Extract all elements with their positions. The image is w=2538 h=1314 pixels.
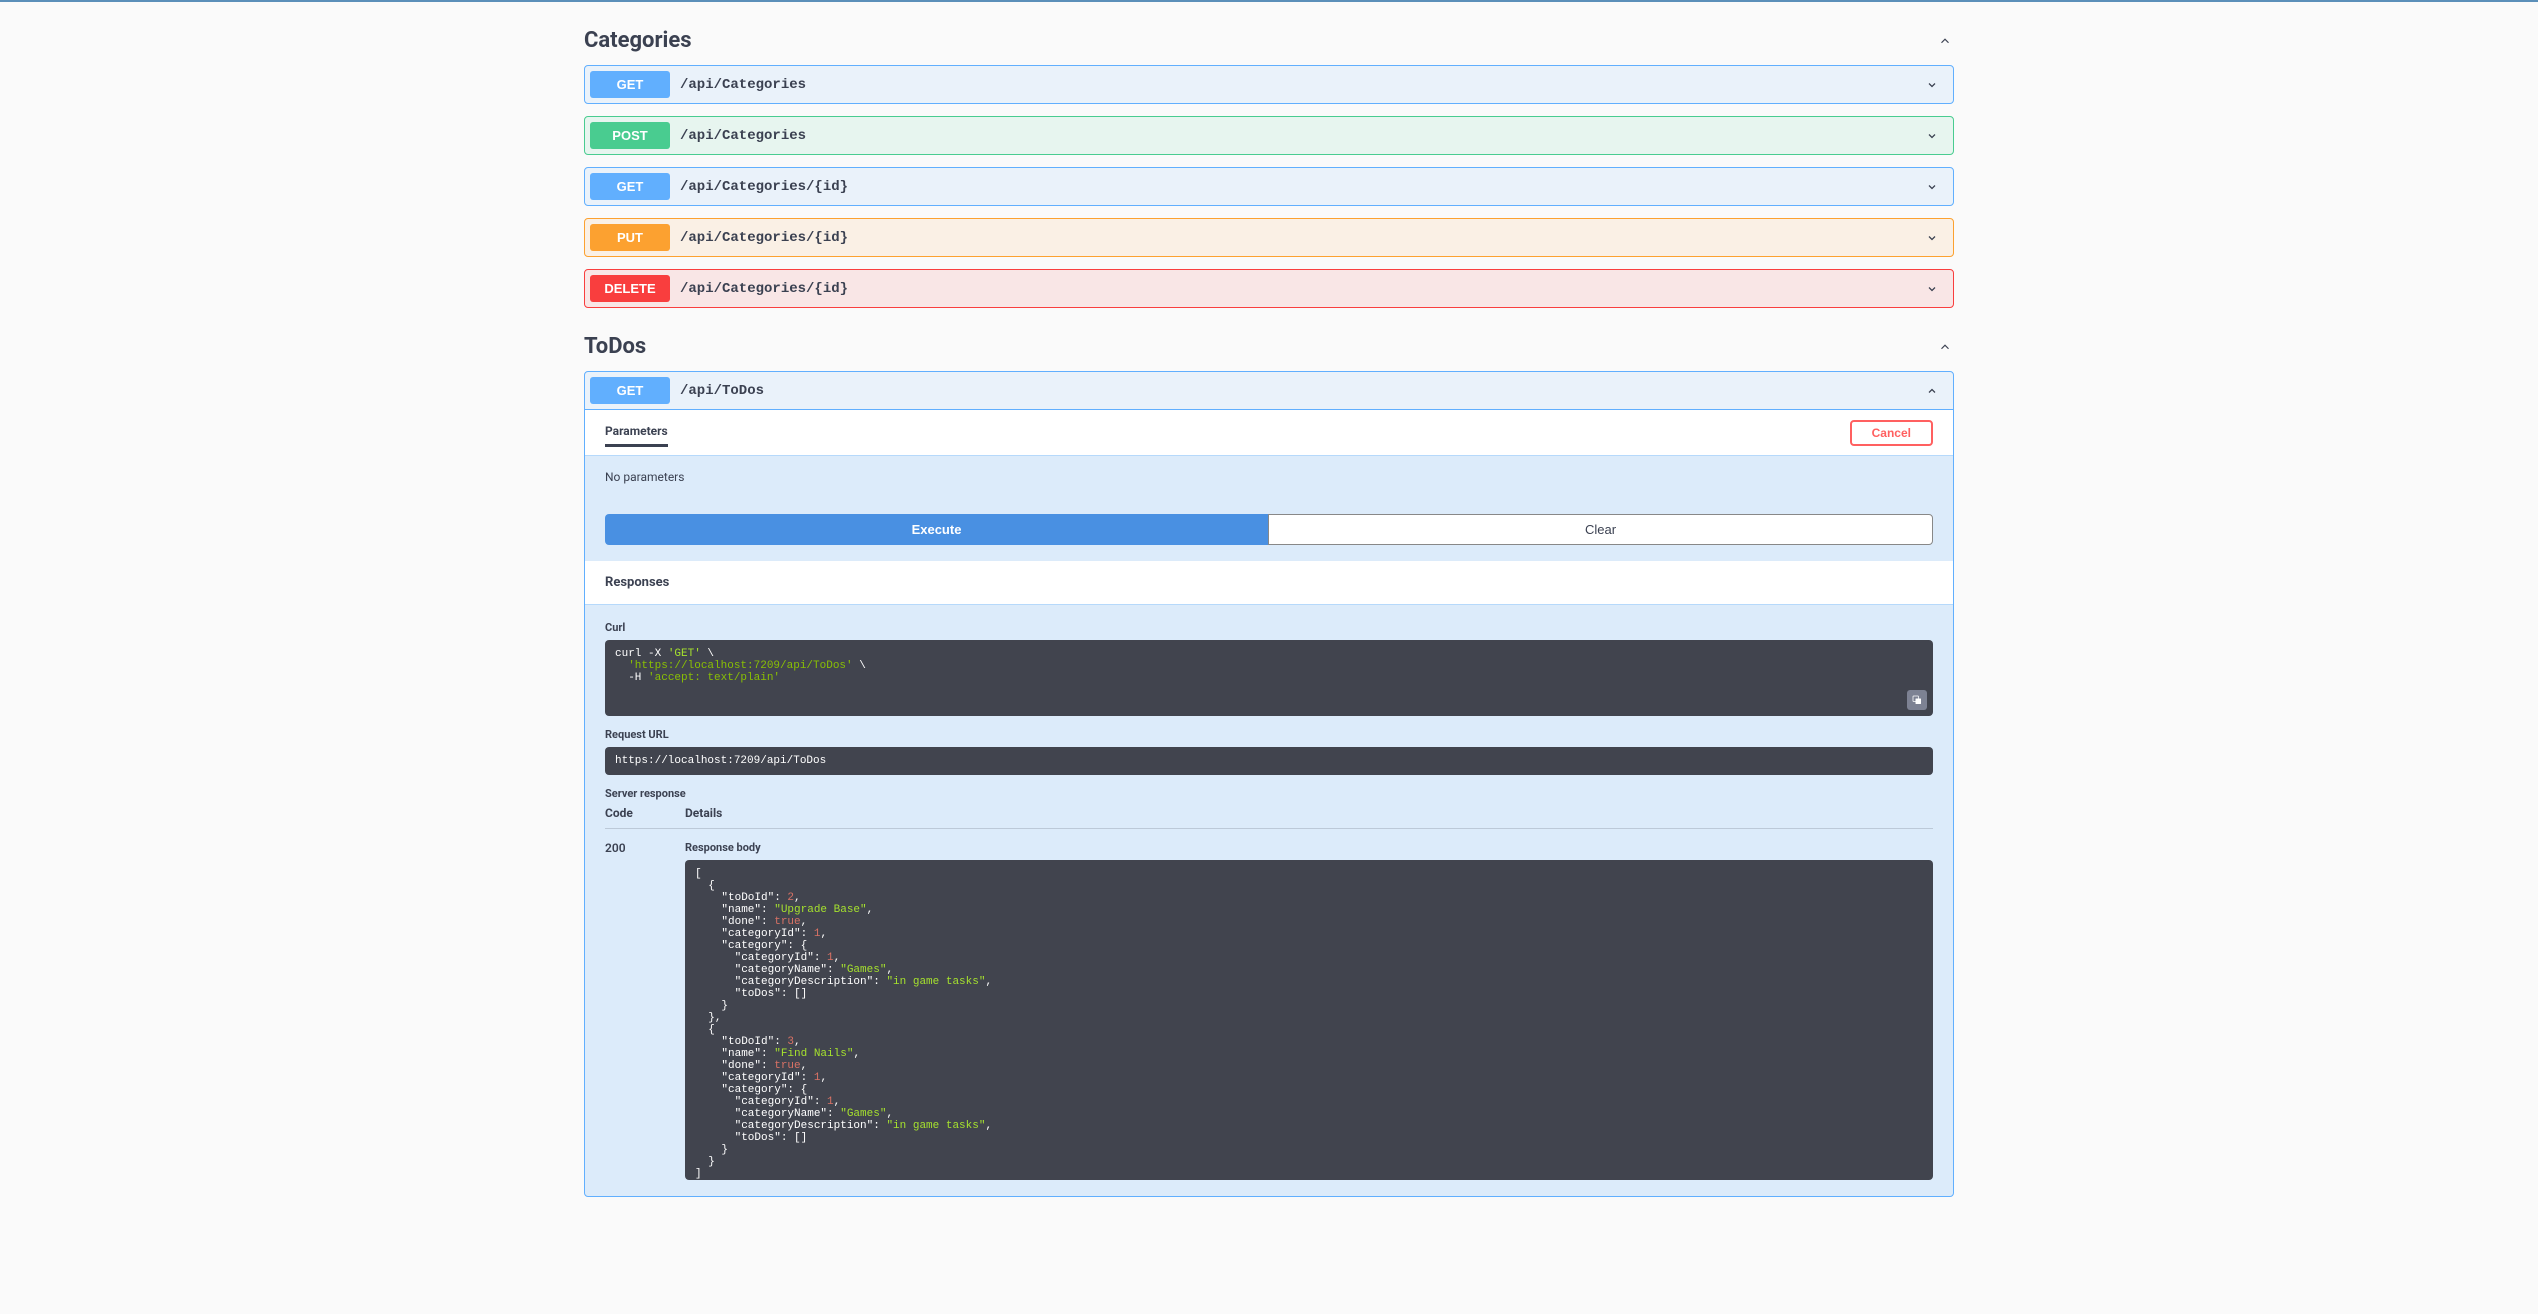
endpoint-path: /api/Categories/{id}	[680, 281, 1922, 297]
opblock-put: PUT/api/Categories/{id}	[584, 218, 1954, 257]
opblock-summary[interactable]: GET /api/ToDos	[585, 372, 1953, 410]
opblock-summary[interactable]: DELETE/api/Categories/{id}	[585, 270, 1953, 307]
execute-button[interactable]: Execute	[605, 514, 1268, 545]
column-code: Code	[605, 806, 685, 820]
opblock-post: POST/api/Categories	[584, 116, 1954, 155]
endpoint-path: /api/ToDos	[680, 383, 1922, 399]
copy-icon[interactable]	[1907, 690, 1927, 710]
tag-section-categories: Categories GET/api/CategoriesPOST/api/Ca…	[584, 20, 1954, 308]
parameters-body: No parameters Execute Clear	[585, 455, 1953, 561]
response-table-header: Code Details	[605, 806, 1933, 829]
request-url-block: https://localhost:7209/api/ToDos	[605, 747, 1933, 775]
http-method-badge: GET	[590, 377, 670, 404]
endpoint-path: /api/Categories/{id}	[680, 230, 1922, 246]
tag-title: Categories	[584, 28, 692, 53]
response-body-label: Response body	[685, 841, 1933, 854]
chevron-down-icon	[1922, 177, 1942, 197]
http-method-badge: DELETE	[590, 275, 670, 302]
response-details: Response body [ { "toDoId": 2, "name": "…	[685, 841, 1933, 1180]
endpoint-path: /api/Categories	[680, 77, 1922, 93]
opblock-get: GET/api/Categories	[584, 65, 1954, 104]
responses-heading: Responses	[585, 561, 1953, 604]
top-border	[0, 0, 2538, 2]
parameters-header: Parameters Cancel	[585, 410, 1953, 455]
opblock-summary[interactable]: GET/api/Categories	[585, 66, 1953, 103]
clear-button[interactable]: Clear	[1268, 514, 1933, 545]
tag-header-todos[interactable]: ToDos	[584, 326, 1954, 371]
status-code: 200	[605, 841, 685, 1180]
chevron-down-icon	[1922, 228, 1942, 248]
opblock-get-todos: GET /api/ToDos Parameters Cancel No par	[584, 371, 1954, 1197]
main-container: Categories GET/api/CategoriesPOST/api/Ca…	[564, 20, 1974, 1197]
opblock-summary[interactable]: POST/api/Categories	[585, 117, 1953, 154]
responses-body: Curl curl -X 'GET' \ 'https://localhost:…	[585, 604, 1953, 1196]
curl-label: Curl	[605, 621, 1933, 634]
tag-section-todos: ToDos GET /api/ToDos Parameters	[584, 326, 1954, 1197]
http-method-badge: GET	[590, 173, 670, 200]
tag-header-categories[interactable]: Categories	[584, 20, 1954, 65]
chevron-up-icon	[1936, 32, 1954, 50]
chevron-down-icon	[1922, 279, 1942, 299]
execute-row: Execute Clear	[585, 498, 1953, 561]
http-method-badge: PUT	[590, 224, 670, 251]
chevron-up-icon	[1922, 381, 1942, 401]
response-body-json[interactable]: [ { "toDoId": 2, "name": "Upgrade Base",…	[685, 860, 1933, 1180]
server-response-label: Server response	[605, 787, 1933, 800]
http-method-badge: GET	[590, 71, 670, 98]
opblock-get: GET/api/Categories/{id}	[584, 167, 1954, 206]
chevron-up-icon	[1936, 338, 1954, 356]
response-row: 200 Response body [ { "toDoId": 2, "name…	[605, 841, 1933, 1180]
endpoint-path: /api/Categories	[680, 128, 1922, 144]
curl-code-block: curl -X 'GET' \ 'https://localhost:7209/…	[605, 640, 1933, 716]
ops-list-todos: GET /api/ToDos Parameters Cancel No par	[584, 371, 1954, 1197]
endpoint-path: /api/Categories/{id}	[680, 179, 1922, 195]
chevron-down-icon	[1922, 75, 1942, 95]
tag-title: ToDos	[584, 334, 646, 359]
request-url-label: Request URL	[605, 728, 1933, 741]
ops-list-categories: GET/api/CategoriesPOST/api/CategoriesGET…	[584, 65, 1954, 308]
http-method-badge: POST	[590, 122, 670, 149]
opblock-delete: DELETE/api/Categories/{id}	[584, 269, 1954, 308]
no-parameters-text: No parameters	[585, 456, 1953, 498]
chevron-down-icon	[1922, 126, 1942, 146]
cancel-button[interactable]: Cancel	[1850, 420, 1933, 446]
opblock-summary[interactable]: PUT/api/Categories/{id}	[585, 219, 1953, 256]
column-details: Details	[685, 806, 1933, 820]
opblock-body: Parameters Cancel No parameters Execute …	[585, 410, 1953, 1196]
tab-parameters[interactable]: Parameters	[605, 418, 668, 447]
opblock-summary[interactable]: GET/api/Categories/{id}	[585, 168, 1953, 205]
